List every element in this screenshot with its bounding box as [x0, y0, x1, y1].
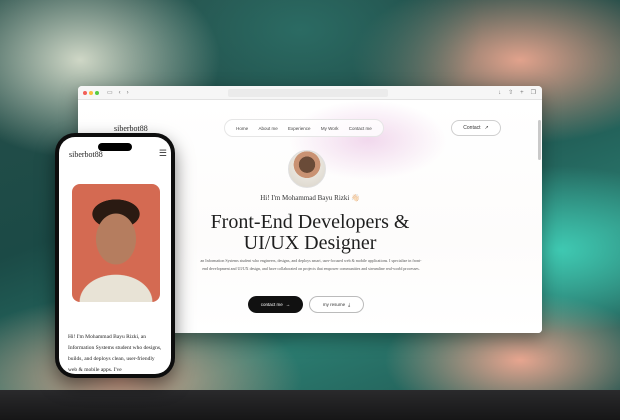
- nav-about[interactable]: About me: [258, 126, 277, 131]
- site-logo[interactable]: siberbot88: [114, 124, 148, 133]
- close-window-icon[interactable]: [83, 90, 87, 95]
- hero-intro: an Information Systems student who engin…: [200, 258, 422, 271]
- new-tab-icon[interactable]: +: [520, 89, 524, 97]
- my-resume-button[interactable]: my resume ⤓: [309, 296, 364, 313]
- download-icon[interactable]: ↓: [498, 89, 501, 97]
- contact-button-label: Contact: [463, 125, 481, 131]
- nav-my-work[interactable]: My Work: [321, 126, 339, 131]
- maximize-window-icon[interactable]: [95, 90, 99, 95]
- sidebar-icon[interactable]: ▭: [107, 90, 113, 96]
- back-icon[interactable]: ‹: [119, 90, 121, 96]
- contact-me-label: contact me: [260, 302, 283, 307]
- download-icon: ⤓: [348, 302, 351, 307]
- contact-me-button[interactable]: contact me →: [248, 296, 303, 313]
- mobile-site-logo[interactable]: siberbot88: [69, 150, 103, 159]
- mobile-profile-photo: [72, 184, 160, 302]
- my-resume-label: my resume: [322, 302, 346, 307]
- hero-actions: contact me → my resume ⤓: [248, 296, 364, 313]
- minimize-window-icon[interactable]: [89, 90, 93, 95]
- page-scrollbar[interactable]: [538, 120, 541, 160]
- contact-button[interactable]: Contact ↗: [451, 120, 501, 136]
- phone-mockup: siberbot88 ☰ Hi! I'm Mohammad Bayu Rizki…: [55, 133, 175, 378]
- browser-toolbar: ▭ ‹ › ↓ ⇧ + ❐: [78, 86, 542, 100]
- hamburger-menu-icon[interactable]: ☰: [159, 149, 167, 158]
- tabs-overview-icon[interactable]: ❐: [531, 89, 536, 97]
- dynamic-island: [98, 143, 132, 151]
- arrow-up-right-icon: ↗: [484, 125, 489, 131]
- main-nav: Home About me Experience My Work Contact…: [224, 119, 384, 137]
- share-icon[interactable]: ⇧: [508, 89, 513, 97]
- phone-screen: siberbot88 ☰ Hi! I'm Mohammad Bayu Rizki…: [59, 137, 171, 374]
- desk-surface: [0, 390, 620, 420]
- mobile-intro: Hi! I'm Mohammad Bayu Rizki, an Informat…: [68, 334, 162, 373]
- forward-icon[interactable]: ›: [127, 90, 129, 96]
- arrow-right-icon: →: [285, 302, 291, 307]
- profile-avatar: [288, 150, 326, 188]
- nav-contact[interactable]: Contact me: [349, 126, 372, 131]
- address-bar[interactable]: [228, 89, 388, 97]
- nav-home[interactable]: Home: [236, 126, 248, 131]
- nav-experience[interactable]: Experience: [288, 126, 311, 131]
